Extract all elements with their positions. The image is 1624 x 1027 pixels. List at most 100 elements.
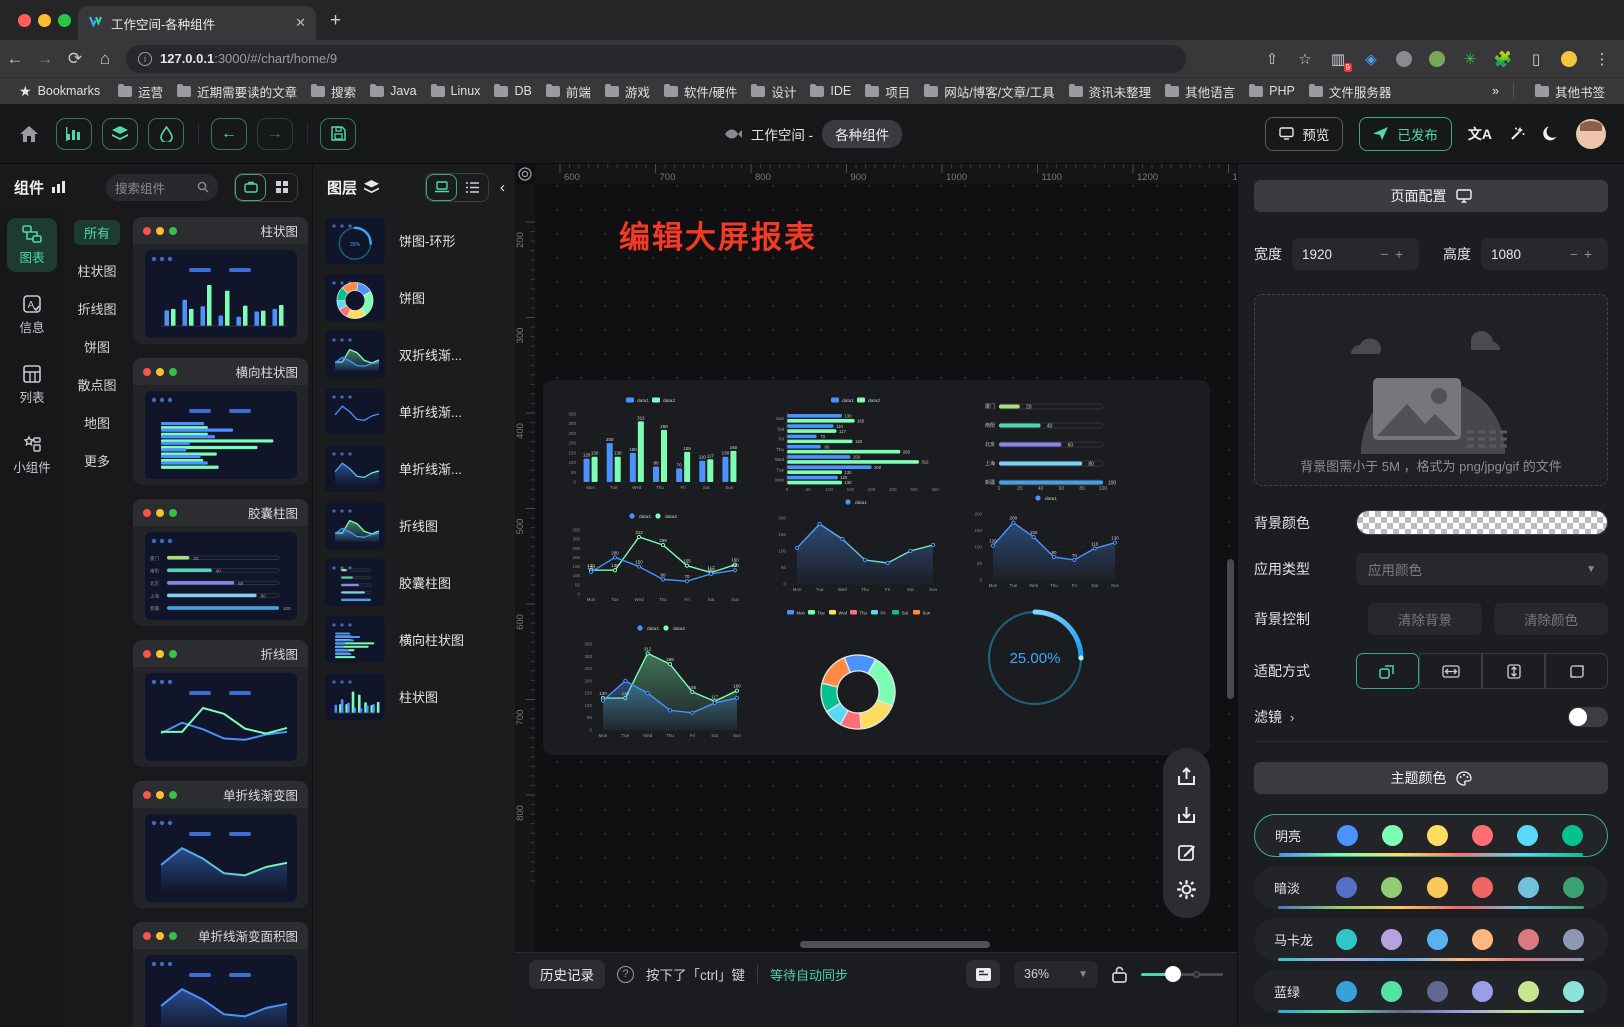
extension-icon[interactable]: ▥9 (1328, 49, 1348, 69)
stepper-minus-plus[interactable]: −+ (1381, 246, 1409, 262)
dashboard-chart-hbar[interactable]: data1data2050100150200250300350Sun130160… (765, 392, 949, 496)
extension-circle-icon[interactable] (1394, 49, 1414, 69)
canvas-viewport[interactable]: 编辑大屏报表 data1data205010015020025030035012… (535, 184, 1237, 952)
layer-item[interactable]: 胶囊柱图 (313, 554, 515, 611)
rail-item-信息[interactable]: A信息 (7, 288, 57, 342)
layer-item[interactable]: 横向柱状图 (313, 611, 515, 668)
settings-gear-icon[interactable] (1177, 880, 1196, 899)
dashboard-chart-bar[interactable]: data1data2050100150200250300350120130Mon… (557, 392, 747, 496)
theme-row-明亮[interactable]: 明亮 (1254, 814, 1608, 857)
bookmark-item[interactable]: Java (363, 84, 423, 98)
forward-icon[interactable]: → (30, 49, 60, 69)
zoom-select[interactable]: 36%▼ (1014, 961, 1098, 988)
bookmark-item[interactable]: 网站/博客/文章/工具 (917, 82, 1061, 101)
component-card[interactable]: 单折线渐变图 (133, 781, 308, 908)
reload-icon[interactable]: ⟳ (60, 49, 90, 69)
layer-item[interactable]: 单折线渐... (313, 383, 515, 440)
component-card[interactable]: 单折线渐变面积图 (133, 922, 308, 1027)
help-icon[interactable]: ? (617, 966, 634, 983)
theme-row-马卡龙[interactable]: 马卡龙 (1254, 918, 1608, 961)
new-tab-button[interactable]: + (330, 10, 341, 32)
app-home-icon[interactable] (18, 124, 40, 144)
rail-item-小组件[interactable]: 小组件 (7, 428, 57, 482)
bookmarks-overflow-chevron[interactable]: » (1492, 84, 1499, 98)
quick-panel-button[interactable] (966, 960, 1000, 988)
theme-row-暗淡[interactable]: 暗淡 (1254, 866, 1608, 909)
bookmark-item[interactable]: 运营 (111, 82, 170, 101)
bookmark-item[interactable]: 设计 (744, 82, 803, 101)
layer-item[interactable]: 折线图 (313, 497, 515, 554)
filter-toggle[interactable] (1568, 707, 1608, 727)
fit-auto-button[interactable] (1356, 653, 1419, 689)
bookmark-item[interactable]: 其他语言 (1158, 82, 1242, 101)
redo-button[interactable]: → (257, 118, 293, 150)
bookmark-star-icon[interactable]: ☆ (1295, 49, 1315, 69)
export-icon[interactable] (1177, 767, 1196, 786)
fit-height-button[interactable] (1482, 653, 1545, 689)
category-饼图[interactable]: 饼图 (74, 334, 120, 359)
bookmark-item[interactable]: 搜索 (304, 82, 363, 101)
filter-expand-chevron[interactable]: › (1290, 710, 1294, 725)
layer-thumbnail-view-toggle[interactable] (426, 174, 457, 201)
layer-item[interactable]: 单折线渐... (313, 440, 515, 497)
category-折线图[interactable]: 折线图 (74, 296, 120, 321)
rail-item-列表[interactable]: 列表 (7, 358, 57, 412)
save-button[interactable] (320, 118, 356, 150)
bg-color-swatch[interactable] (1356, 510, 1608, 535)
clear-color-button[interactable]: 清除颜色 (1494, 603, 1608, 635)
url-bar[interactable]: i 127.0.0.1:3000/#/chart/home/9 (126, 45, 1186, 73)
bookmark-item[interactable]: 文件服务器 (1302, 82, 1399, 101)
lock-icon[interactable] (1112, 966, 1127, 983)
bookmark-item[interactable]: IDE (803, 84, 858, 98)
height-input[interactable]: 1080 −+ (1481, 238, 1608, 270)
browser-tab[interactable]: 工作空间-各种组件 ✕ (78, 6, 316, 40)
dashboard-chart-ring[interactable]: 25.00% (979, 592, 1091, 716)
publish-button[interactable]: 已发布 (1359, 117, 1452, 151)
sidebar-toggle-icon[interactable]: ▯ (1526, 49, 1546, 69)
bookmarks-manager[interactable]: ★Bookmarks (12, 83, 107, 100)
bookmark-item[interactable]: 资讯未整理 (1062, 82, 1159, 101)
bookmark-item[interactable]: 近期需要读的文章 (170, 82, 304, 101)
width-input[interactable]: 1920 −+ (1292, 238, 1419, 270)
bookmark-item[interactable]: 软件/硬件 (657, 82, 744, 101)
page-config-header[interactable]: 页面配置 (1254, 180, 1608, 212)
profile-avatar-icon[interactable] (1559, 49, 1579, 69)
bookmark-item[interactable]: 前端 (539, 82, 598, 101)
project-name-pill[interactable]: 各种组件 (822, 120, 902, 148)
site-info-icon[interactable]: i (138, 52, 152, 66)
puzzle-extensions-icon[interactable]: 🧩 (1493, 49, 1513, 69)
back-icon[interactable]: ← (0, 49, 30, 69)
component-card[interactable]: 横向柱状图 (133, 358, 308, 485)
evernote-star-icon[interactable]: ✳ (1460, 49, 1480, 69)
theme-row-蓝绿[interactable]: 蓝绿 (1254, 970, 1608, 1013)
layer-item[interactable]: 25%饼图-环形 (313, 212, 515, 269)
theme-color-header[interactable]: 主题颜色 (1254, 762, 1608, 794)
tab-close-icon[interactable]: ✕ (295, 15, 306, 31)
details-drawer-button[interactable] (148, 118, 184, 150)
dark-mode-moon-icon[interactable] (1542, 125, 1560, 143)
browser-menu-icon[interactable]: ⋮ (1592, 49, 1612, 69)
dashboard-chart-donut[interactable]: MonTueWedThuFriSatSun (783, 606, 933, 750)
bookmark-item[interactable]: 项目 (858, 82, 917, 101)
grid-view-toggle[interactable] (266, 174, 297, 201)
pin-extension-icon[interactable]: ◈ (1361, 49, 1381, 69)
bookmark-item[interactable]: PHP (1242, 84, 1302, 98)
history-button[interactable]: 历史记录 (529, 960, 605, 989)
magic-wand-icon[interactable] (1508, 125, 1526, 143)
component-card[interactable]: 柱状图 (133, 217, 308, 344)
category-地图[interactable]: 地图 (74, 410, 120, 435)
category-更多[interactable]: 更多 (74, 448, 120, 473)
translate-icon[interactable]: 文A (1468, 124, 1492, 144)
clear-background-button[interactable]: 清除背景 (1368, 603, 1482, 635)
category-柱状图[interactable]: 柱状图 (74, 258, 120, 283)
fit-stretch-button[interactable] (1545, 653, 1608, 689)
edit-icon[interactable] (1178, 843, 1196, 861)
bookmark-item[interactable]: DB (487, 84, 538, 98)
app-type-select[interactable]: 应用颜色▼ (1356, 553, 1608, 585)
layer-list-view-toggle[interactable] (457, 174, 488, 201)
extension-green-circle-icon[interactable] (1427, 49, 1447, 69)
component-card[interactable]: 折线图 (133, 640, 308, 767)
dashboard-chart-line1[interactable]: data1050100150200MonTueWedThuFriSatSun (769, 492, 945, 600)
collapse-panel-chevron[interactable]: ‹ (500, 179, 505, 196)
category-散点图[interactable]: 散点图 (74, 372, 120, 397)
